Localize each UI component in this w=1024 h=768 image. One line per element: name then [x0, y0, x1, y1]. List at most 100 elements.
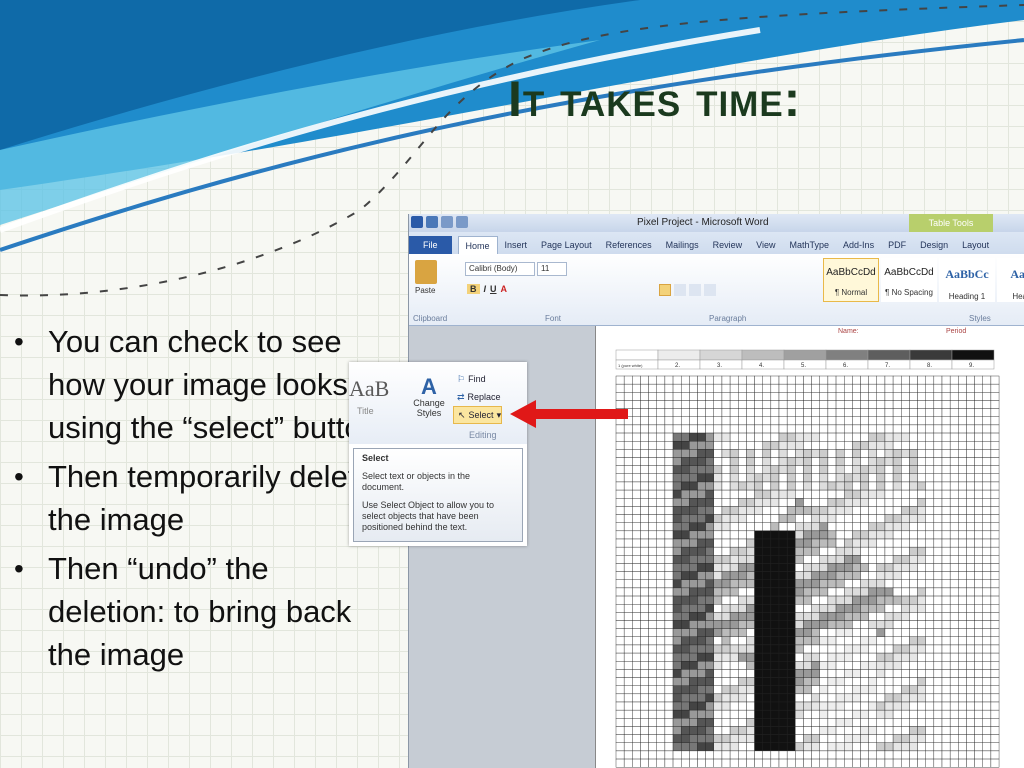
font-size-select[interactable]: 11	[537, 262, 567, 276]
tab-add-ins[interactable]: Add-Ins	[836, 236, 881, 254]
pixel-cell	[754, 563, 763, 572]
document-page[interactable]: Name: Period 1 (pure white) 2. 3. 4. 5. 6. 7. 8…	[595, 326, 1024, 768]
font-name-select[interactable]: Calibri (Body)	[465, 262, 535, 276]
tab-pdf[interactable]: PDF	[881, 236, 913, 254]
pixel-cell	[770, 644, 780, 654]
tab-references[interactable]: References	[599, 236, 659, 254]
pixel-cell	[917, 383, 926, 393]
tab-file[interactable]: File	[409, 236, 452, 254]
tab-layout[interactable]: Layout	[955, 236, 996, 254]
pixel-cell	[672, 514, 682, 523]
select-button[interactable]: ↖ Select ▾	[453, 406, 503, 424]
save-icon[interactable]	[426, 216, 438, 228]
pixel-cell	[656, 587, 666, 597]
pixel-cell	[803, 571, 812, 580]
pixel-cell	[966, 579, 975, 589]
pixel-grid-image[interactable]: 1 (pure white) 2. 3. 4. 5. 6. 7. 8. 9.	[596, 326, 1024, 768]
pixel-cell	[729, 693, 739, 703]
pixel-cell	[778, 579, 788, 589]
pixel-cell	[835, 375, 845, 385]
pixel-cell	[656, 538, 666, 548]
pixel-cell	[770, 563, 780, 572]
style-sample-title[interactable]: AaB	[349, 376, 389, 402]
pixel-cell	[909, 620, 918, 629]
underline-icon[interactable]: U	[490, 284, 497, 294]
pixel-cell	[852, 750, 861, 760]
pixel-cell	[974, 685, 983, 695]
pixel-cell	[811, 604, 820, 613]
pixel-cell	[770, 416, 780, 426]
tab-design[interactable]: Design	[913, 236, 955, 254]
pixel-cell	[868, 498, 877, 507]
pixel-cell	[738, 604, 747, 613]
align-left-icon[interactable]	[659, 284, 671, 296]
pixel-cell	[770, 498, 780, 507]
tab-insert[interactable]: Insert	[498, 236, 535, 254]
pixel-cell	[892, 506, 902, 515]
pixel-cell	[738, 555, 747, 564]
align-center-icon[interactable]	[674, 284, 686, 296]
tab-review[interactable]: Review	[706, 236, 750, 254]
style-heading-1[interactable]: AaBbCc Heading 1	[939, 258, 995, 302]
pixel-cell	[803, 416, 812, 426]
pixel-cell	[925, 677, 935, 686]
tab-mailings[interactable]: Mailings	[659, 236, 706, 254]
pixel-cell	[884, 604, 894, 613]
pixel-cell	[827, 383, 837, 393]
pixel-cell	[958, 514, 967, 523]
bold-icon[interactable]: B	[467, 284, 480, 294]
pixel-cell	[925, 718, 935, 727]
pixel-cell	[933, 457, 943, 466]
tab-home[interactable]: Home	[457, 236, 498, 254]
pixel-cell	[811, 628, 820, 637]
justify-icon[interactable]	[704, 284, 716, 296]
pixel-cell	[713, 506, 723, 515]
pixel-cell	[623, 636, 633, 646]
pixel-cell	[876, 669, 886, 678]
pixel-cell	[640, 506, 649, 515]
pixel-cell	[697, 546, 706, 556]
align-right-icon[interactable]	[689, 284, 701, 296]
pixel-cell	[713, 546, 723, 556]
pixel-cell	[835, 506, 845, 515]
tab-view[interactable]: View	[749, 236, 782, 254]
pixel-cell	[811, 644, 820, 654]
pixel-cell	[876, 514, 886, 523]
pixel-cell	[738, 538, 747, 548]
font-color-icon[interactable]: A	[501, 284, 508, 294]
pixel-cell	[941, 628, 951, 637]
pixel-cell	[705, 579, 715, 589]
pixel-cell	[876, 432, 886, 442]
paste-button-label[interactable]: Paste	[415, 286, 435, 295]
undo-icon[interactable]	[441, 216, 453, 228]
pixel-cell	[623, 677, 633, 686]
pixel-cell	[713, 669, 723, 678]
pixel-cell	[803, 709, 812, 719]
pixel-cell	[933, 661, 943, 670]
pixel-cell	[868, 514, 877, 523]
tab-mathtype[interactable]: MathType	[783, 236, 837, 254]
tab-page-layout[interactable]: Page Layout	[534, 236, 599, 254]
style-no-spacing[interactable]: AaBbCcDd ¶ No Spacing	[881, 258, 937, 302]
pixel-cell	[843, 709, 853, 719]
pixel-cell	[852, 604, 861, 613]
replace-button[interactable]: ⇄ Replace	[453, 388, 502, 406]
pixel-cell	[770, 758, 780, 768]
find-button[interactable]: ⚐ Find	[453, 370, 502, 388]
pixel-cell	[656, 530, 666, 540]
pixel-cell	[876, 661, 886, 670]
pixel-cell	[729, 571, 739, 580]
pixel-cell	[933, 383, 943, 393]
pixel-cell	[827, 628, 837, 637]
pixel-cell	[746, 538, 755, 548]
pixel-cell	[786, 465, 796, 474]
style-heading-2[interactable]: AaBbHeadin	[997, 258, 1024, 302]
pixel-cell	[811, 449, 820, 458]
paste-icon[interactable]	[415, 260, 437, 284]
pixel-cell	[974, 546, 983, 556]
pixel-cell	[974, 514, 983, 523]
change-styles-button[interactable]: A Change Styles	[411, 376, 447, 419]
style-normal[interactable]: AaBbCcDd ¶ Normal	[823, 258, 879, 302]
italic-icon[interactable]: I	[484, 284, 487, 294]
redo-icon[interactable]	[456, 216, 468, 228]
